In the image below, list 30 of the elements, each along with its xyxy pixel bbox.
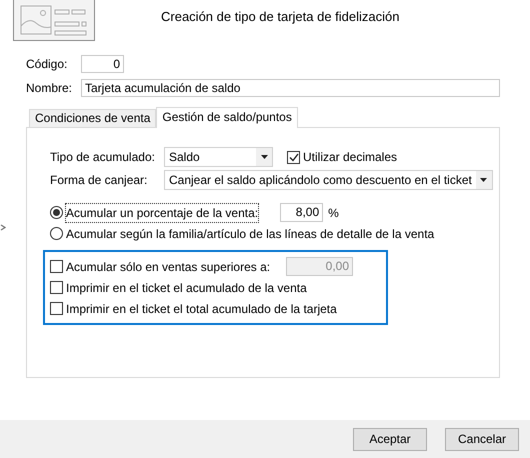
dropdown[interactable]: Canjear el saldo aplicándolo como descuento en el ticket [164,170,493,190]
number-field[interactable]: 8,00 [280,203,324,222]
field-label: Código: [26,56,68,73]
checkbox-label: Acumular sólo en ventas superiores a: [66,258,270,276]
input-field[interactable]: 0 [81,55,124,73]
window-title: Creación de tipo de tarjeta de fidelización [161,8,400,26]
field-label: Nombre: [26,80,74,97]
field-label: Forma de canjear: [50,172,148,189]
checkbox[interactable] [287,150,300,164]
input-field[interactable]: Tarjeta acumulación de saldo [81,79,500,97]
chevron-icon [0,224,6,231]
caret-icon [480,178,488,182]
radio-button[interactable] [50,206,63,219]
tab[interactable]: Gestión de saldo/puntos [156,107,298,128]
caret-icon [260,155,268,159]
checkbox-label: Imprimir en el ticket el acumulado de la venta [66,280,307,296]
dialog-button[interactable]: Cancelar [445,428,519,450]
checkbox-label: Imprimir en el ticket el total acumulado de la tarjeta [66,300,337,318]
form-image-icon [20,4,88,36]
checkbox-label: Utilizar decimales [303,149,398,166]
field-label: Tipo de acumulado: [50,149,156,166]
checkbox[interactable] [50,281,63,294]
radio-label: Acumular un porcentaje de la venta: [66,204,258,222]
tab[interactable]: Condiciones de venta [29,109,156,127]
radio-label: Acumular según la familia/artículo de las líneas de detalle de la venta [66,226,434,242]
dropdown[interactable]: Saldo [164,147,273,167]
unit-label: % [328,204,339,222]
dialog-button[interactable]: Aceptar [353,428,427,450]
radio-button[interactable] [50,227,63,240]
checkbox[interactable] [50,302,63,315]
